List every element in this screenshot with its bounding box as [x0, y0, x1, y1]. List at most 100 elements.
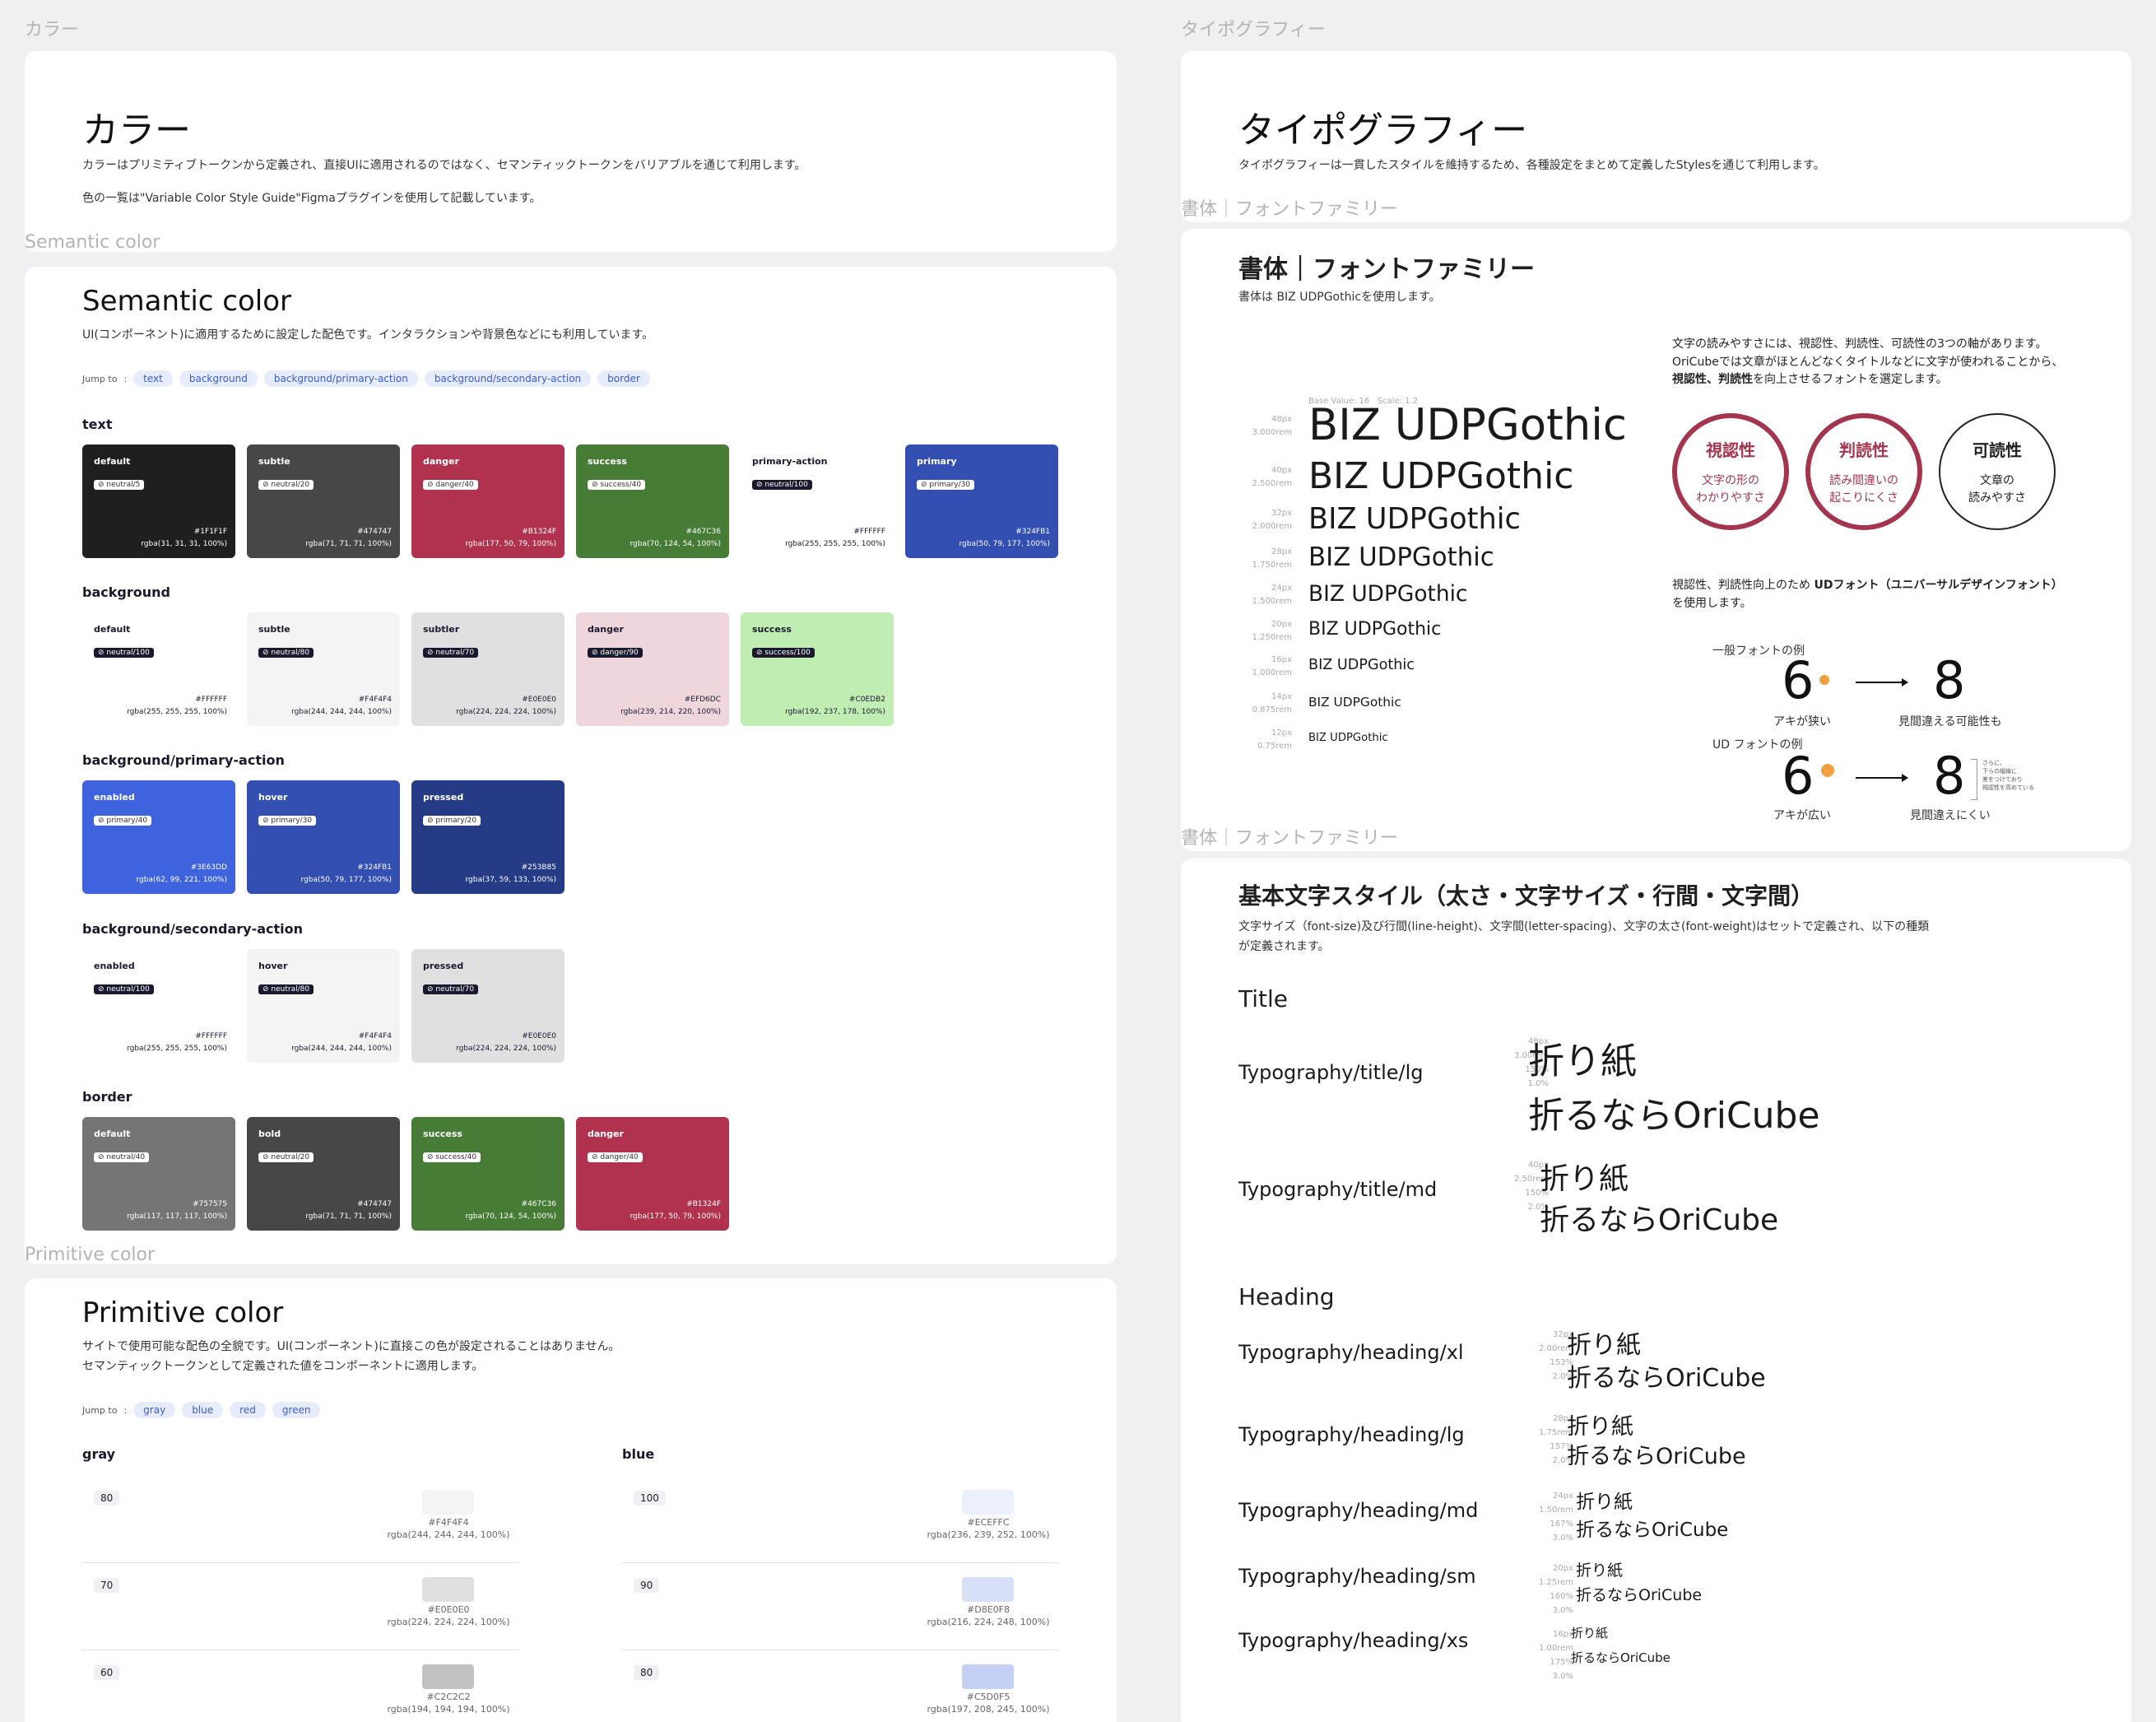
rgba-value: rgba(255, 255, 255, 100%)	[127, 1045, 227, 1053]
primitive-jump-nav: Jump to: gray blue red green	[82, 1402, 321, 1418]
jump-link[interactable]: background/primary-action	[263, 370, 418, 387]
style-meta: 20px 1.25rem 160% 3.0%	[1531, 1561, 1573, 1617]
link-icon: ⊘	[98, 985, 107, 994]
ud-digit-6: 6	[1782, 746, 1814, 806]
color-chip	[422, 1577, 474, 1602]
section-label-semantic: Semantic color	[25, 232, 160, 253]
link-icon: ⊘	[98, 817, 107, 825]
level-badge: 60	[94, 1665, 120, 1680]
jump-link[interactable]: background/secondary-action	[424, 370, 592, 387]
swatch-group-title: background/secondary-action	[82, 921, 304, 937]
token-badge: ⊘ primary/40	[94, 816, 152, 826]
swatch-name: default	[94, 624, 131, 635]
jump-link[interactable]: red	[230, 1402, 266, 1418]
rgba-value: rgba(71, 71, 71, 100%)	[305, 1212, 392, 1221]
size-rem: 1.750rem	[1252, 561, 1292, 570]
link-icon: ⊘	[263, 1153, 272, 1161]
token-badge: ⊘ neutral/40	[94, 1152, 150, 1162]
token-badge: ⊘ success/40	[423, 1152, 481, 1162]
level-badge: 80	[634, 1665, 660, 1680]
style-name: Typography/heading/lg	[1238, 1423, 1465, 1446]
color-swatch: default ⊘ neutral/100 #FFFFFF rgba(255, 255…	[82, 612, 235, 726]
section-label-fontfamily: 書体｜フォントファミリー	[1181, 199, 1399, 220]
size-meta: 20px 1.250rem	[1230, 618, 1292, 645]
circle-sub: わかりやすさ	[1696, 491, 1765, 505]
swatch-name: subtle	[258, 624, 290, 635]
primitive-value: #D8E0F8 rgba(216, 224, 248, 100%)	[902, 1604, 1075, 1629]
rgba-value: rgba(197, 208, 245, 100%)	[927, 1703, 1050, 1715]
meta-rem: 1.50rem	[1538, 1506, 1573, 1515]
color-swatch: danger ⊘ danger/90 #EFD6DC rgba(239, 214, 2…	[576, 612, 729, 726]
size-meta: 48px 3.000rem	[1230, 413, 1292, 440]
jump-link[interactable]: background	[179, 370, 258, 387]
sample-line-1: 折り紙	[1576, 1492, 1633, 1513]
textstyles-title: 基本文字スタイル（太さ・文字サイズ・行間・文字間）	[1238, 882, 1814, 910]
size-rem: 1.000rem	[1252, 668, 1292, 677]
token-badge: ⊘ danger/40	[588, 1152, 643, 1162]
token-name: danger/40	[435, 481, 474, 489]
textstyles-card: 基本文字スタイル（太さ・文字サイズ・行間・文字間） 文字サイズ（font-siz…	[1181, 859, 2131, 1722]
color-swatch: success ⊘ success/100 #C0EDB2 rgba(192, 237…	[741, 612, 894, 726]
color-swatch: success ⊘ success/40 #467C36 rgba(70, 124, …	[411, 1117, 565, 1231]
token-badge: ⊘ primary/30	[917, 480, 975, 490]
heading-group-label: Heading	[1238, 1283, 1335, 1310]
fontfamily-card: 書体｜フォントファミリー 書体は BIZ UDPGothicを使用します。 Ba…	[1181, 229, 2131, 851]
color-chip	[422, 1664, 474, 1689]
swatch-name: success	[423, 1129, 462, 1139]
primitive-desc-1: サイトで使用可能な配色の全貌です。UI(コンポーネント)に直接この色が設定される…	[82, 1340, 620, 1353]
token-badge: ⊘ neutral/20	[258, 1152, 314, 1162]
fontfamily-title: 書体｜フォントファミリー	[1238, 255, 1535, 284]
rgba-value: rgba(236, 239, 252, 100%)	[927, 1529, 1050, 1540]
circle-sub: 起こりにくさ	[1829, 491, 1898, 505]
font-sample: BIZ UDPGothic	[1308, 732, 1388, 745]
jump-link[interactable]: blue	[182, 1402, 224, 1418]
meta-rem: 1.25rem	[1538, 1578, 1573, 1587]
primitive-color-card: Primitive color サイトで使用可能な配色の全貌です。UI(コンポー…	[25, 1278, 1117, 1722]
link-icon: ⊘	[427, 817, 436, 825]
token-badge: ⊘ success/40	[588, 480, 646, 490]
jump-link[interactable]: text	[133, 370, 173, 387]
gap-dot-icon	[1819, 675, 1829, 685]
primitive-row: 80 #F4F4F4 rgba(244, 244, 244, 100%)	[82, 1484, 518, 1563]
ud-digit-8: 8	[1933, 746, 1966, 806]
hex-value: #C5D0F5	[966, 1692, 1011, 1702]
hex-value: #D8E0F8	[967, 1604, 1010, 1615]
jump-link[interactable]: green	[272, 1402, 321, 1418]
color-chip	[422, 1490, 474, 1515]
color-swatch: pressed ⊘ neutral/70 #E0E0E0 rgba(224, 224,…	[411, 949, 565, 1063]
color-swatch: hover ⊘ primary/30 #324FB1 rgba(50, 79, 177…	[247, 780, 400, 894]
token-name: neutral/100	[764, 481, 808, 489]
swatch-name: default	[94, 456, 131, 467]
size-rem: 2.000rem	[1252, 522, 1292, 531]
link-icon: ⊘	[98, 1153, 107, 1161]
jump-link[interactable]: border	[597, 370, 650, 387]
link-icon: ⊘	[592, 1153, 601, 1161]
general-left-caption: アキが狭い	[1773, 715, 1831, 728]
swatch-group-title: border	[82, 1089, 132, 1105]
sample-line-2: 折るならOriCube	[1576, 1586, 1703, 1604]
jump-link[interactable]: gray	[133, 1402, 176, 1418]
style-name: Typography/heading/xs	[1238, 1629, 1469, 1652]
hex-value: #467C36	[521, 1200, 556, 1208]
hex-value: #F4F4F4	[358, 1032, 392, 1040]
sample-line-2: 折るならOriCube	[1567, 1444, 1746, 1469]
link-icon: ⊘	[592, 481, 601, 489]
hex-value: #757575	[193, 1200, 227, 1208]
sample-line-2: 折るならOriCube	[1571, 1650, 1670, 1665]
token-badge: ⊘ danger/90	[588, 648, 643, 658]
size-rem: 0.75rem	[1257, 742, 1292, 751]
token-badge: ⊘ neutral/100	[94, 648, 154, 658]
rgba-value: rgba(224, 224, 224, 100%)	[456, 1045, 556, 1053]
rgba-value: rgba(244, 244, 244, 100%)	[291, 708, 392, 716]
size-rem: 1.250rem	[1252, 633, 1292, 642]
rgba-value: rgba(224, 224, 224, 100%)	[387, 1616, 510, 1627]
swatch-group-title: background/primary-action	[82, 752, 285, 768]
hex-value: #253B85	[521, 863, 556, 872]
rgba-value: rgba(177, 50, 79, 100%)	[465, 540, 556, 548]
size-rem: 3.000rem	[1252, 428, 1292, 437]
hex-value: #FFFFFF	[195, 1032, 227, 1040]
circle-sub: 読みやすさ	[1968, 491, 2026, 505]
jump-label: Jump to	[82, 373, 118, 384]
swatch-name: danger	[588, 1129, 624, 1139]
sample-line-2: 折るならOriCube	[1528, 1095, 1820, 1137]
